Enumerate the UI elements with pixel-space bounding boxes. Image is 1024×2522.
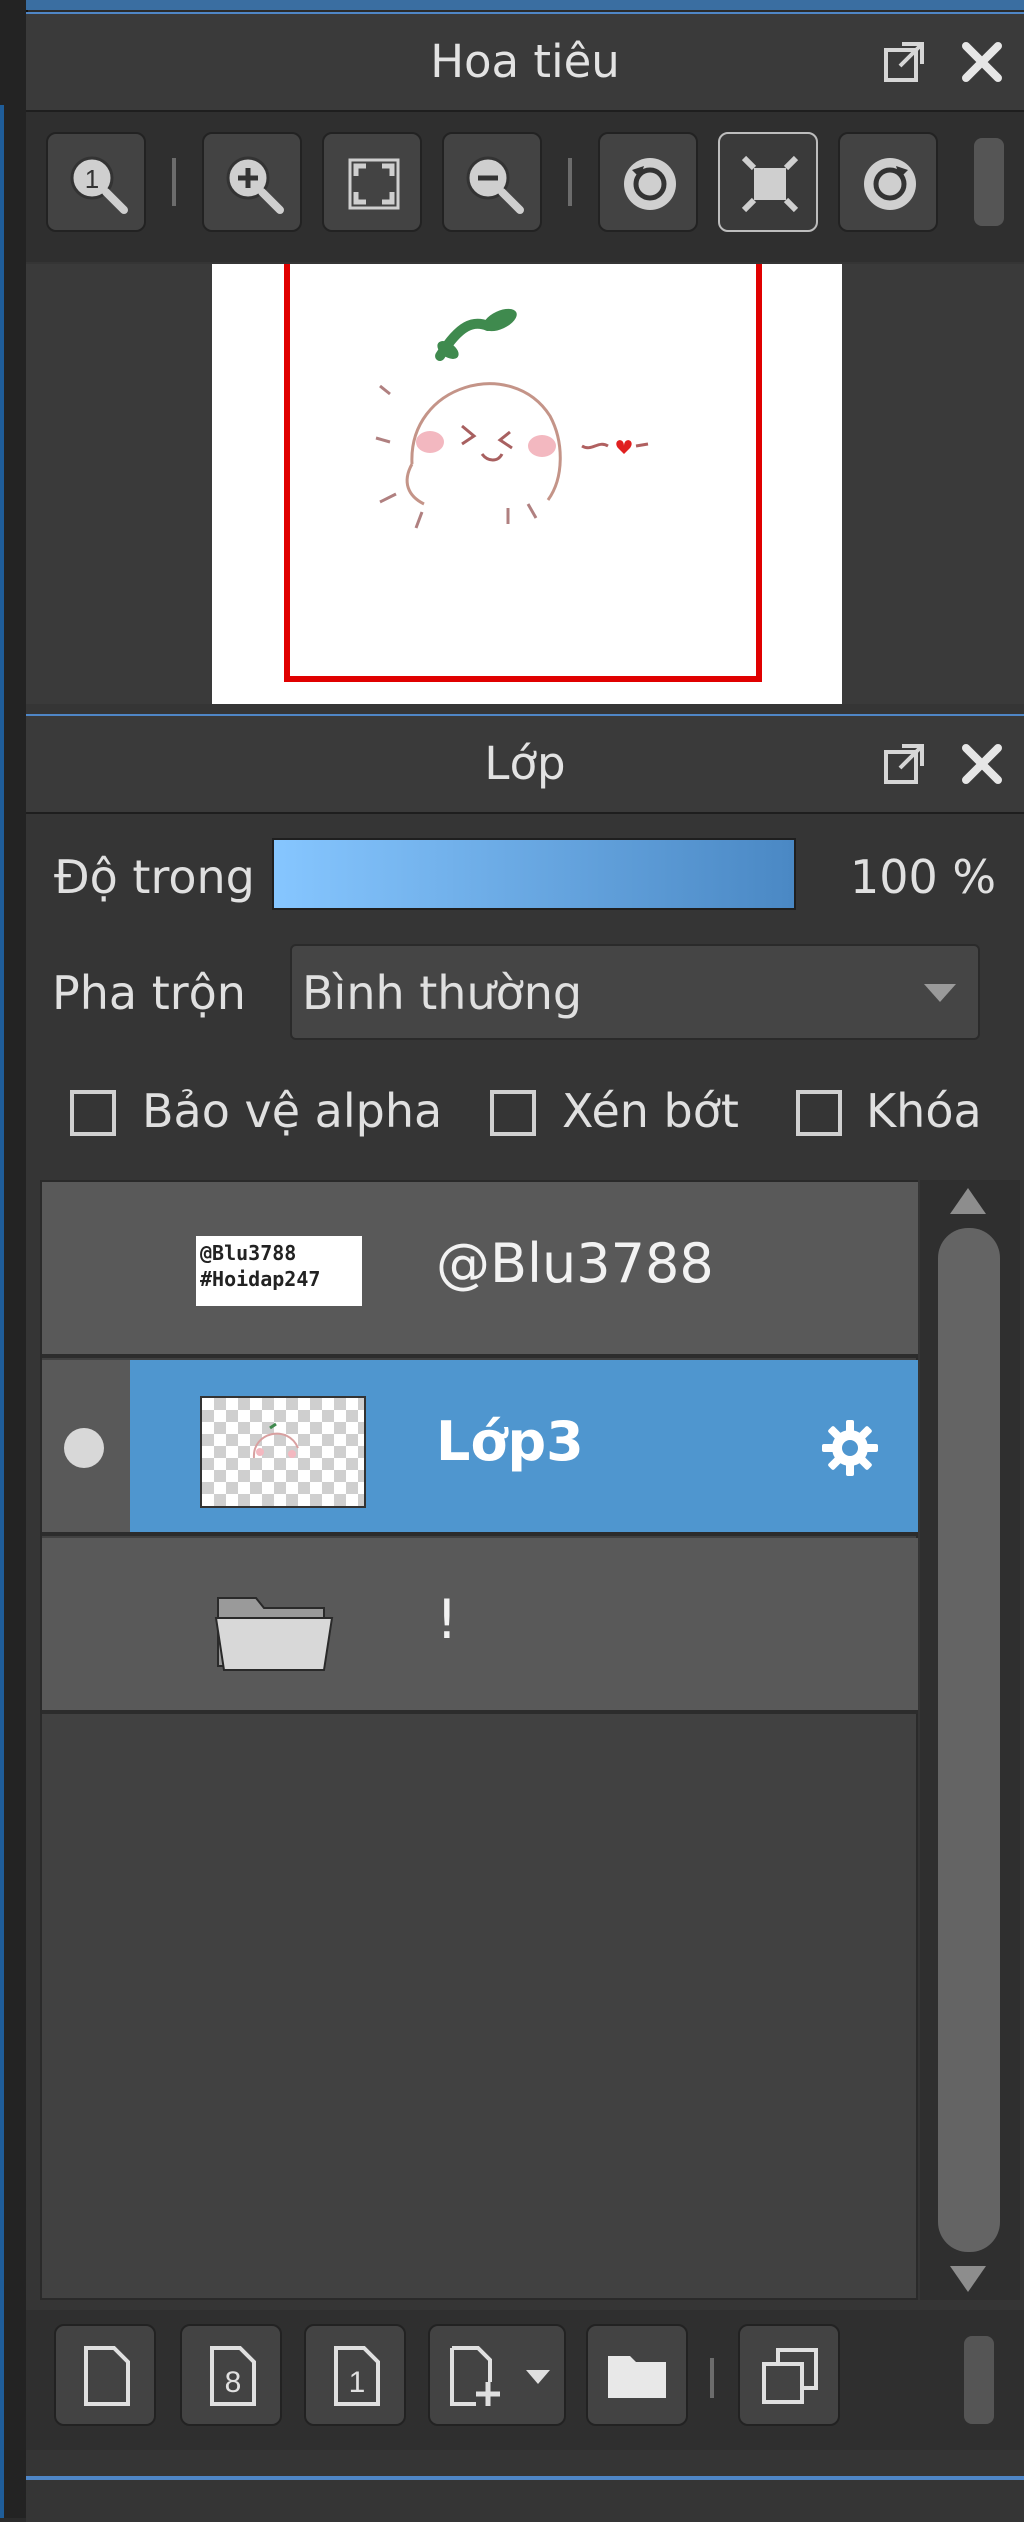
blend-label: Pha trộn [52, 966, 246, 1020]
zoom-in-icon [226, 156, 284, 214]
fit-screen-button[interactable] [322, 132, 422, 232]
layers-title: Lớp [484, 737, 566, 790]
viewport-frame[interactable] [284, 264, 762, 682]
toolbar-scroll-handle[interactable] [974, 138, 1004, 226]
layer-thumbnail [200, 1396, 366, 1508]
left-dock-strip [0, 0, 28, 2518]
new-folder-button[interactable] [586, 2324, 688, 2426]
duplicate-layer-icon [762, 2348, 818, 2404]
layer-visibility-toggle[interactable] [42, 1538, 130, 1710]
opacity-value: 100 % [850, 850, 997, 904]
thumbnail-drawing [252, 1422, 299, 1459]
thumbnail-line-1: @Blu3788 [200, 1241, 297, 1265]
canvas-preview [212, 264, 842, 704]
new-layer-icon [84, 2346, 130, 2406]
chevron-down-icon [924, 984, 956, 1002]
dock-edge-highlight [0, 105, 4, 2518]
rotate-right-icon [864, 158, 916, 210]
thumbnail-line-2: #Hoidap247 [200, 1267, 321, 1291]
layer-list: @Blu3788 #Hoidap247 @Blu3788 Lớp3 ! [40, 1180, 918, 2300]
toolbar-separator [172, 158, 176, 206]
fullscreen-icon [741, 155, 799, 213]
layer-name: @Blu3788 [436, 1232, 714, 1295]
add-layer-dropdown-icon [450, 2346, 500, 2406]
new-1bit-layer-button[interactable]: 1 [304, 2324, 406, 2426]
add-layer-dropdown-button[interactable] [428, 2324, 566, 2426]
navigator-titlebar: Hoa tiêu [26, 14, 1024, 112]
rotate-right-button[interactable] [838, 132, 938, 232]
fullscreen-button[interactable] [718, 132, 818, 232]
rotate-left-button[interactable] [598, 132, 698, 232]
svg-text:8: 8 [225, 2366, 242, 2399]
chevron-down-icon [526, 2370, 550, 2384]
new-8bit-layer-button[interactable]: 8 [180, 2324, 282, 2426]
popout-icon[interactable] [882, 742, 926, 786]
layer-row-selected[interactable]: Lớp3 [42, 1360, 918, 1536]
zoom-out-icon [466, 156, 524, 214]
layer-row-folder[interactable]: ! [42, 1538, 918, 1714]
duplicate-layer-button[interactable] [738, 2324, 840, 2426]
protect-alpha-checkbox[interactable] [70, 1090, 116, 1136]
opacity-slider[interactable] [272, 838, 796, 910]
layer-list-scrollbar[interactable] [920, 1180, 1020, 2300]
zoom-in-button[interactable] [202, 132, 302, 232]
gear-icon[interactable] [818, 1416, 882, 1480]
toolbar-separator [710, 2358, 714, 2398]
navigator-preview[interactable] [26, 264, 1024, 704]
popout-icon[interactable] [882, 40, 926, 84]
opacity-label: Độ trong [54, 850, 255, 904]
zoom-100-button[interactable]: 1 [46, 132, 146, 232]
layer-row[interactable]: @Blu3788 #Hoidap247 @Blu3788 [42, 1182, 918, 1358]
navigator-title: Hoa tiêu [430, 35, 620, 88]
new-folder-icon [608, 2356, 666, 2398]
rotate-left-icon [624, 158, 676, 210]
blend-mode-select[interactable]: Bình thường [290, 944, 980, 1040]
layer-thumbnail: @Blu3788 #Hoidap247 [196, 1236, 362, 1306]
new-8bit-layer-icon: 8 [210, 2346, 256, 2406]
scroll-thumb[interactable] [938, 1228, 1000, 2252]
top-edge [26, 0, 1024, 10]
layer-visibility-toggle[interactable] [42, 1182, 130, 1354]
clipping-checkbox[interactable] [490, 1090, 536, 1136]
scroll-down-icon[interactable] [950, 2266, 986, 2292]
svg-text:1: 1 [85, 164, 99, 194]
protect-alpha-label: Bảo vệ alpha [142, 1084, 443, 1138]
scroll-up-icon[interactable] [950, 1188, 986, 1214]
close-icon[interactable] [960, 742, 1004, 786]
visibility-dot-icon [64, 1428, 104, 1468]
next-panel-header [26, 2476, 1024, 2522]
layer-name: ! [436, 1588, 458, 1651]
layers-titlebar: Lớp [26, 716, 1024, 814]
zoom-out-button[interactable] [442, 132, 542, 232]
layers-bottom-toolbar: 8 1 [26, 2310, 1024, 2450]
new-1bit-layer-icon: 1 [334, 2346, 380, 2406]
folder-icon [214, 1597, 334, 1671]
lock-checkbox[interactable] [796, 1090, 842, 1136]
layer-name: Lớp3 [436, 1410, 584, 1473]
lock-label: Khóa [866, 1084, 982, 1138]
navigator-panel: Hoa tiêu 1 [26, 12, 1024, 714]
svg-text:1: 1 [349, 2366, 366, 2399]
clipping-label: Xén bớt [562, 1084, 739, 1138]
thumbnail-text: @Blu3788 #Hoidap247 [196, 1236, 362, 1292]
close-icon[interactable] [960, 40, 1004, 84]
navigator-toolbar: 1 [26, 112, 1024, 262]
layer-visibility-toggle[interactable] [42, 1360, 130, 1532]
toolbar-scroll-handle[interactable] [964, 2336, 994, 2424]
toolbar-separator [568, 158, 572, 206]
new-layer-button[interactable] [54, 2324, 156, 2426]
fit-screen-icon [348, 158, 400, 210]
blend-mode-value: Bình thường [302, 966, 583, 1020]
zoom-100-icon: 1 [70, 156, 128, 214]
